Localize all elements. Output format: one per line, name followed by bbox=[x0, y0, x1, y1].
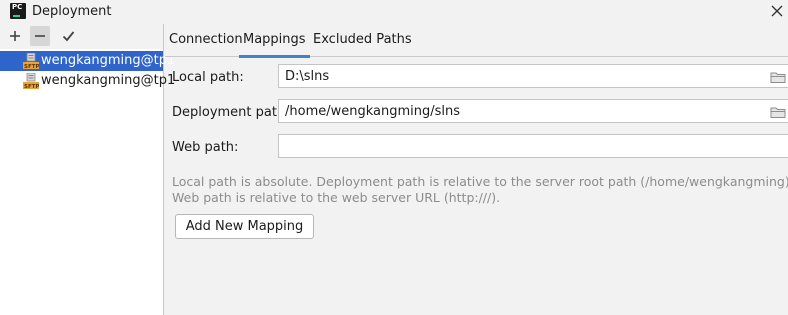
pycharm-icon: PC bbox=[10, 3, 26, 19]
server-label: wengkangming@tp1 bbox=[41, 53, 176, 68]
sftp-icon: SFTP bbox=[23, 73, 39, 89]
server-item[interactable]: SFTP wengkangming@tp1 bbox=[0, 71, 175, 91]
check-icon bbox=[62, 31, 74, 42]
local-path-label: Local path: bbox=[172, 70, 244, 85]
window-title: Deployment bbox=[32, 4, 112, 19]
help-text-line2: Web path is relative to the web server U… bbox=[172, 190, 501, 205]
deployment-dialog: PC Deployment SFTP wengkangming@tp1 SFTP… bbox=[0, 0, 788, 315]
settings-tabs: Connection Mappings Excluded Paths bbox=[165, 24, 788, 58]
remove-server-button[interactable] bbox=[30, 26, 50, 46]
folder-icon[interactable] bbox=[769, 103, 787, 121]
web-path-field[interactable] bbox=[278, 134, 788, 158]
help-text-line1: Local path is absolute. Deployment path … bbox=[172, 174, 788, 189]
set-default-server-button[interactable] bbox=[58, 26, 78, 46]
tab-excluded-paths[interactable]: Excluded Paths bbox=[313, 32, 412, 57]
tab-mappings[interactable]: Mappings bbox=[239, 32, 310, 58]
local-path-field[interactable] bbox=[278, 64, 788, 88]
tab-connection[interactable]: Connection bbox=[169, 32, 243, 57]
title-bar: PC Deployment bbox=[0, 0, 788, 24]
close-button[interactable] bbox=[768, 2, 786, 20]
server-list: SFTP wengkangming@tp1 SFTP wengkangming@… bbox=[0, 51, 175, 91]
close-icon bbox=[771, 5, 783, 17]
minus-icon bbox=[35, 35, 45, 37]
deployment-path-field[interactable] bbox=[278, 99, 788, 123]
svg-text:SFTP: SFTP bbox=[24, 84, 39, 89]
sftp-icon: SFTP bbox=[23, 53, 39, 69]
add-new-mapping-button[interactable]: Add New Mapping bbox=[175, 214, 314, 239]
server-list-panel: SFTP wengkangming@tp1 SFTP wengkangming@… bbox=[0, 24, 175, 315]
server-item[interactable]: SFTP wengkangming@tp1 bbox=[0, 51, 175, 71]
add-server-button[interactable] bbox=[5, 26, 25, 46]
folder-icon[interactable] bbox=[769, 68, 787, 86]
plus-icon bbox=[10, 31, 20, 41]
deployment-path-label: Deployment path: bbox=[172, 105, 290, 120]
svg-text:SFTP: SFTP bbox=[24, 64, 39, 69]
web-path-label: Web path: bbox=[172, 140, 239, 155]
server-label: wengkangming@tp1 bbox=[41, 73, 176, 88]
server-toolbar bbox=[0, 24, 163, 49]
